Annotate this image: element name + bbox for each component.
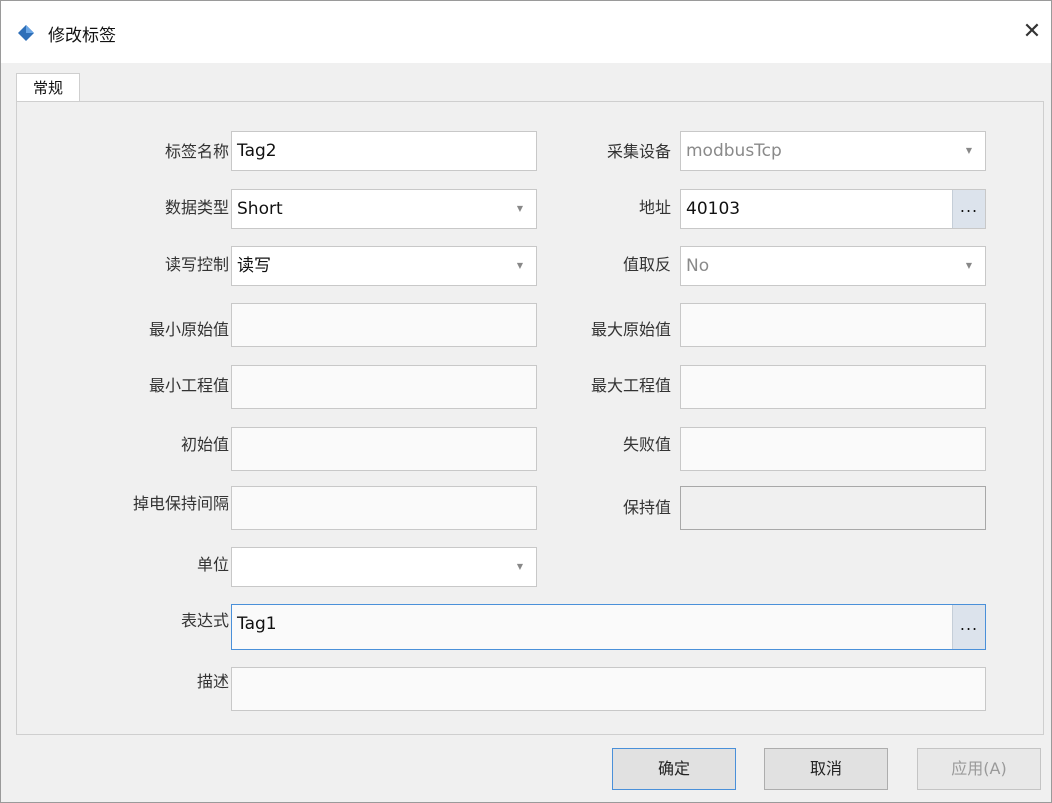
invert-label: 值取反 xyxy=(622,255,671,274)
min-eng-input[interactable] xyxy=(231,365,537,409)
address-input[interactable]: 40103 ... xyxy=(680,189,986,229)
initial-value-input[interactable] xyxy=(231,427,537,471)
hold-interval-label: 掉电保持间隔 xyxy=(132,494,229,513)
chevron-down-icon: ▼ xyxy=(516,204,524,213)
expression-input[interactable]: Tag1 ... xyxy=(231,604,986,650)
rw-control-value: 读写 xyxy=(237,256,271,276)
tab-general[interactable]: 常规 xyxy=(16,73,80,102)
fail-value-input[interactable] xyxy=(680,427,986,471)
device-value: modbusTcp xyxy=(686,141,782,161)
fail-value-label: 失败值 xyxy=(622,435,671,454)
max-raw-input[interactable] xyxy=(680,303,986,347)
address-browse-button[interactable]: ... xyxy=(952,190,985,228)
chevron-down-icon: ▼ xyxy=(965,146,973,155)
initial-value-label: 初始值 xyxy=(180,435,229,454)
unit-label: 单位 xyxy=(196,555,229,574)
app-diamond-icon xyxy=(18,25,34,41)
description-input[interactable] xyxy=(231,667,986,711)
address-value: 40103 xyxy=(686,199,741,219)
unit-select[interactable]: ▼ xyxy=(231,547,537,587)
apply-button[interactable]: 应用(A) xyxy=(917,748,1041,790)
chevron-down-icon: ▼ xyxy=(516,261,524,270)
close-icon[interactable]: ✕ xyxy=(1019,19,1045,45)
cancel-button[interactable]: 取消 xyxy=(764,748,888,790)
ok-button[interactable]: 确定 xyxy=(612,748,736,790)
chevron-down-icon: ▼ xyxy=(516,562,524,571)
edit-tag-dialog: 修改标签 ✕ 常规 标签名称 Tag2 采集设备 modbusTcp ▼ 数据类… xyxy=(0,0,1052,803)
tag-name-input[interactable]: Tag2 xyxy=(231,131,537,171)
hold-value-label: 保持值 xyxy=(622,498,671,517)
invert-value: No xyxy=(686,256,710,276)
address-label: 地址 xyxy=(638,198,671,217)
hold-interval-input[interactable] xyxy=(231,486,537,530)
device-label: 采集设备 xyxy=(606,142,671,161)
title-bar: 修改标签 ✕ xyxy=(1,1,1051,63)
data-type-value: Short xyxy=(237,199,283,219)
rw-control-label: 读写控制 xyxy=(164,255,229,274)
rw-control-select[interactable]: 读写 ▼ xyxy=(231,246,537,286)
expression-label: 表达式 xyxy=(180,611,229,630)
data-type-label: 数据类型 xyxy=(164,198,229,217)
max-eng-input[interactable] xyxy=(680,365,986,409)
expression-browse-button[interactable]: ... xyxy=(952,605,985,649)
description-label: 描述 xyxy=(196,672,229,691)
invert-select[interactable]: No ▼ xyxy=(680,246,986,286)
max-eng-label: 最大工程值 xyxy=(590,376,671,395)
tag-name-value: Tag2 xyxy=(237,141,277,161)
min-raw-input[interactable] xyxy=(231,303,537,347)
dialog-title: 修改标签 xyxy=(48,26,116,46)
chevron-down-icon: ▼ xyxy=(965,261,973,270)
min-eng-label: 最小工程值 xyxy=(148,376,229,395)
min-raw-label: 最小原始值 xyxy=(148,320,229,339)
hold-value-input xyxy=(680,486,986,530)
tag-name-label: 标签名称 xyxy=(164,142,229,161)
data-type-select[interactable]: Short ▼ xyxy=(231,189,537,229)
max-raw-label: 最大原始值 xyxy=(590,320,671,339)
device-select[interactable]: modbusTcp ▼ xyxy=(680,131,986,171)
expression-value: Tag1 xyxy=(237,614,277,634)
